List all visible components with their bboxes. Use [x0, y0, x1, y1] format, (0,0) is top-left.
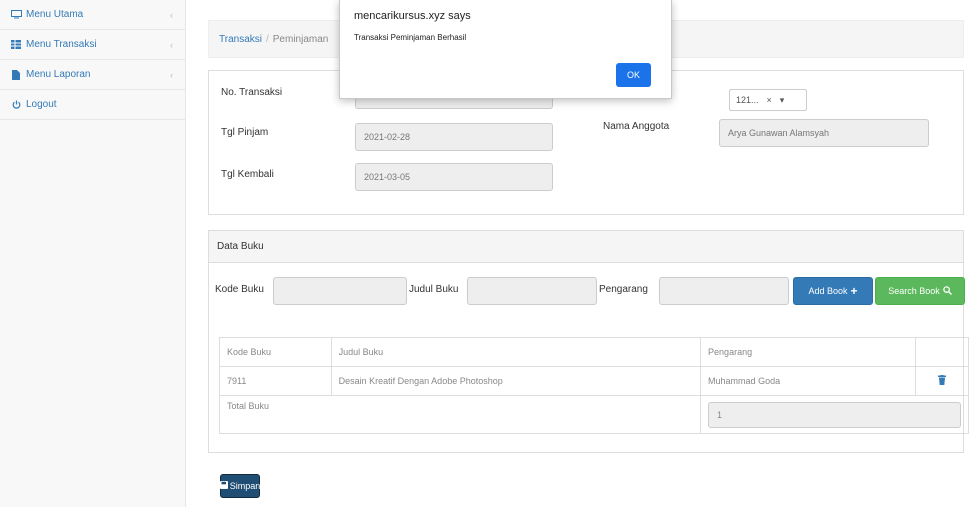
tgl-pinjam-label: Tgl Pinjam: [221, 127, 269, 138]
sidebar-item-logout[interactable]: Logout: [0, 90, 185, 120]
search-book-button[interactable]: Search Book: [875, 277, 965, 305]
anggota-select-value: 121...: [736, 95, 759, 105]
judul-buku-label: Judul Buku: [409, 284, 459, 295]
sidebar: Menu Utama ‹ Menu Transaksi ‹ Menu Lapor…: [0, 0, 186, 507]
tgl-kembali-label: Tgl Kembali: [221, 169, 274, 180]
tgl-kembali-field: 2021-03-05: [355, 163, 553, 191]
total-buku-label: Total Buku: [218, 395, 702, 434]
file-icon: [10, 69, 22, 80]
save-button[interactable]: Simpan: [219, 474, 261, 498]
data-buku-title: Data Buku: [209, 231, 963, 263]
table-header-row: Kode Buku Judul Buku Pengarang: [219, 337, 969, 367]
sidebar-item-menu-transaksi[interactable]: Menu Transaksi ‹: [0, 30, 185, 60]
pengarang-label: Pengarang: [599, 284, 648, 295]
sidebar-item-label: Menu Transaksi: [26, 39, 97, 50]
power-icon: [10, 100, 22, 110]
alert-message: Transaksi Peminjaman Berhasil: [354, 33, 467, 42]
table-total-row: Total Buku 1: [218, 395, 969, 434]
nama-anggota-label: Nama Anggota: [603, 121, 670, 132]
nama-anggota-field: Arya Gunawan Alamsyah: [719, 119, 929, 147]
breadcrumb-current: Peminjaman: [272, 33, 329, 45]
search-icon: [943, 285, 952, 297]
judul-buku-input[interactable]: [467, 277, 597, 305]
table-header-cell: Judul Buku: [330, 337, 702, 367]
caret-down-icon: ▾: [779, 94, 785, 105]
alert-ok-button[interactable]: OK: [616, 63, 651, 87]
table-icon: [10, 40, 22, 50]
chevron-left-icon: ‹: [170, 69, 173, 80]
floppy-disk-icon: [219, 481, 228, 491]
data-buku-panel: Data Buku Kode Buku Judul Buku Pengarang…: [208, 230, 969, 453]
chevron-left-icon: ‹: [170, 39, 173, 50]
no-transaksi-label: No. Transaksi: [221, 87, 283, 98]
tgl-pinjam-field: 2021-02-28: [355, 123, 553, 151]
table-row: 7911 Desain Kreatif Dengan Adobe Photosh…: [219, 366, 969, 396]
kode-buku-label: Kode Buku: [215, 284, 264, 295]
alert-dialog: mencarikursus.xyz says Transaksi Peminja…: [339, 0, 672, 99]
total-buku-cell: 1: [700, 395, 969, 434]
sidebar-item-menu-laporan[interactable]: Menu Laporan ‹: [0, 60, 185, 90]
monitor-icon: [10, 10, 22, 20]
book-table: Kode Buku Judul Buku Pengarang 7911 Desa…: [218, 337, 969, 434]
sidebar-item-menu-utama[interactable]: Menu Utama ‹: [0, 0, 185, 30]
trash-icon[interactable]: [915, 366, 969, 396]
sidebar-item-label: Menu Laporan: [26, 69, 91, 80]
save-button-label: Simpan: [229, 481, 261, 491]
clear-icon[interactable]: ×: [767, 95, 772, 105]
pengarang-cell: Muhammad Goda: [700, 366, 917, 396]
add-book-label: Add Book: [808, 286, 848, 296]
breadcrumb-link-transaksi[interactable]: Transaksi: [219, 34, 262, 45]
table-header-cell: Kode Buku: [219, 337, 332, 367]
sidebar-item-label: Logout: [26, 99, 57, 110]
table-header-cell: [915, 337, 969, 367]
chevron-left-icon: ‹: [170, 9, 173, 20]
pengarang-input[interactable]: [659, 277, 789, 305]
search-book-label: Search Book: [888, 286, 940, 296]
total-buku-field: 1: [708, 401, 961, 428]
kode-buku-cell: 7911: [219, 366, 332, 396]
add-book-button[interactable]: Add Book +: [793, 277, 873, 305]
judul-buku-cell: Desain Kreatif Dengan Adobe Photoshop: [330, 366, 702, 396]
sidebar-item-label: Menu Utama: [26, 9, 84, 20]
table-header-cell: Pengarang: [700, 337, 917, 367]
alert-title: mencarikursus.xyz says: [354, 10, 471, 22]
kode-buku-input[interactable]: [273, 277, 407, 305]
breadcrumb-separator: /: [265, 33, 269, 45]
plus-icon: +: [850, 284, 858, 298]
anggota-select[interactable]: 121... × ▾: [729, 89, 807, 111]
